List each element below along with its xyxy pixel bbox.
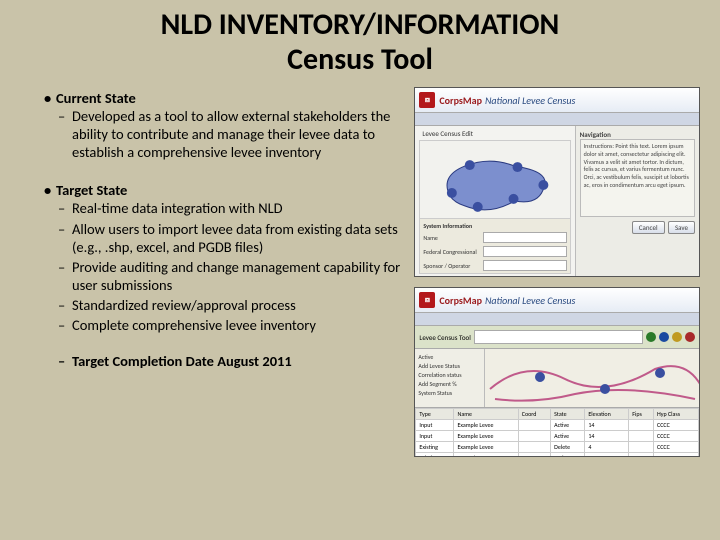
tab-bar [415,113,699,126]
save-button[interactable]: Save [668,221,695,234]
table-header: Fips [629,409,654,420]
map-panel: Active Add Levee Status Correlation stat… [415,349,699,408]
congress-input[interactable] [483,246,567,257]
data-table: TypeNameCoordStateElevationFipsHyp Class… [415,408,699,457]
app-header: ⧈ CorpsMap National Levee Census [415,288,699,313]
content-row: Current State Developed as a tool to all… [0,79,720,467]
current-state-item: Developed as a tool to allow external st… [40,107,404,161]
target-item: Allow users to import levee data from ex… [40,220,404,256]
search-input[interactable] [474,330,643,344]
cancel-button[interactable]: Cancel [632,221,665,234]
instructions-box: Instructions: Point this text. Lorem ips… [580,139,695,217]
app-subtitle: National Levee Census [485,94,575,107]
app-subtitle: National Levee Census [485,294,575,307]
sidebar-item[interactable]: Correlation status [418,371,481,379]
current-state-heading: Current State [40,89,404,107]
target-item: Provide auditing and change management c… [40,258,404,294]
fields-header: System Information [423,222,566,230]
toolbar: Levee Census Tool [415,326,699,349]
table-header: State [551,409,585,420]
tab-bar [415,313,699,326]
app-brand: CorpsMap [439,94,482,107]
target-state-heading: Target State [40,181,404,199]
sidebar-item[interactable]: Active [418,353,481,361]
mini-map [419,140,570,222]
app-brand: CorpsMap [439,294,482,307]
sidebar-item[interactable]: Add Levee Status [418,362,481,370]
table-header: Name [454,409,518,420]
target-item: Real-time data integration with NLD [40,199,404,217]
left-header: Levee Census Edit [419,126,476,141]
completion-date: Target Completion Date August 2011 [40,352,404,370]
target-item: Standardized review/approval process [40,296,404,314]
map-sidebar: Active Add Levee Status Correlation stat… [415,349,485,407]
screenshot-column: ⧈ CorpsMap National Levee Census Levee C… [404,87,700,467]
corps-logo-icon: ⧈ [419,292,435,308]
field-label: Name [423,234,482,242]
blue-dot-icon [659,332,669,342]
table-row[interactable]: ExistingExample LeveeDelete4CCCC [416,442,699,453]
sidebar-item[interactable]: Add Segment % [418,380,481,388]
screenshot-table-view: ⧈ CorpsMap National Levee Census Levee C… [414,287,700,457]
field-label: Sponsor / Operator [423,262,482,270]
table-header-row: TypeNameCoordStateElevationFipsHyp Class [416,409,699,420]
field-label: Federal Congressional [423,248,482,256]
table-row[interactable]: InputExample LeveeActive14CCCC [416,431,699,442]
app-header: ⧈ CorpsMap National Levee Census [415,88,699,113]
sponsor-input[interactable] [483,260,567,271]
table-row[interactable]: ExistingExample LeveeActive14CCCC [416,453,699,458]
table-row[interactable]: InputExample LeveeActive14CCCC [416,420,699,431]
red-dot-icon [685,332,695,342]
text-column: Current State Developed as a tool to all… [40,87,404,467]
table-header: Coord [518,409,550,420]
table-header: Elevation [585,409,629,420]
slide-title: NLD INVENTORY/INFORMATIONCensus Tool [0,0,720,79]
screenshot-edit-form: ⧈ CorpsMap National Levee Census Levee C… [414,87,700,277]
system-info-panel: System Information Name Federal Congress… [419,218,570,274]
table-header: Type [416,409,454,420]
left-pane: Levee Census Edit System [415,126,575,277]
target-item: Complete comprehensive levee inventory [40,316,404,334]
toolbar-label: Levee Census Tool [419,333,470,342]
nav-header: Navigation [580,130,695,139]
corps-logo-icon: ⧈ [419,92,435,108]
right-pane: Navigation Instructions: Point this text… [576,126,699,277]
name-input[interactable] [483,232,567,243]
table-header: Hyp Class [654,409,699,420]
sidebar-item[interactable]: System Status [418,389,481,397]
yellow-dot-icon [672,332,682,342]
green-dot-icon [646,332,656,342]
